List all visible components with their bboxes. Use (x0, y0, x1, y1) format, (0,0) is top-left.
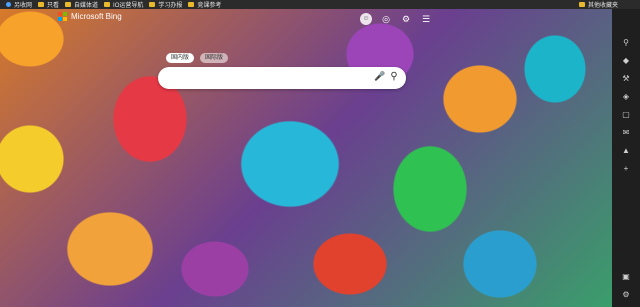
bookmarks-bar: 另收网 只看 自媒体道 IO运营导航 学习办报 竞课参考 其他收藏夹 (0, 0, 640, 9)
tab-domestic[interactable]: 国内版 (166, 53, 195, 63)
globe-icon (6, 2, 11, 7)
tab-international[interactable]: 国际版 (200, 53, 229, 63)
bookmark-label: 学习办报 (158, 3, 183, 9)
bing-homepage: Microsoft Bing ☺ ◎ ⚙ ☰ 国内版 国际版 🎤 ⚲ (0, 9, 612, 307)
tools-icon[interactable]: ⚒ (620, 73, 632, 85)
microsoft-logo-icon (58, 12, 67, 21)
folder-icon (188, 2, 195, 7)
bookmark-item[interactable]: IO运营导航 (104, 0, 143, 9)
office-icon[interactable]: ▢ (620, 109, 632, 121)
search-icon[interactable]: ⚲ (620, 37, 632, 49)
other-bookmarks-label: 其他收藏夹 (587, 3, 618, 9)
bookmark-label: 只看 (47, 3, 60, 9)
search-box: 🎤 ⚲ (158, 67, 406, 89)
region-tabs: 国内版 国际版 (166, 53, 229, 63)
shopping-icon[interactable]: ◆ (620, 55, 632, 67)
outlook-icon[interactable]: ✉ (620, 127, 632, 139)
sidebar-bottom: ▣ ⚙ (620, 271, 632, 301)
logo-text: Microsoft Bing (71, 12, 122, 21)
search-input[interactable] (168, 72, 372, 86)
folder-icon (149, 2, 156, 7)
bookmark-label: IO运营导航 (113, 3, 144, 9)
other-bookmarks[interactable]: 其他收藏夹 (578, 0, 618, 9)
bookmark-item[interactable]: 竞课参考 (188, 0, 221, 9)
folder-icon (104, 2, 111, 7)
bookmark-item[interactable]: 另收网 (6, 0, 32, 9)
edge-sidebar: ⚲ ◆ ⚒ ◈ ▢ ✉ ▲ + ▣ ⚙ (612, 9, 640, 307)
folder-icon (38, 2, 45, 7)
bookmark-label: 另收网 (14, 3, 33, 9)
drop-icon[interactable]: ▲ (620, 145, 632, 157)
bing-logo[interactable]: Microsoft Bing (58, 12, 122, 21)
bookmark-item[interactable]: 自媒体道 (65, 0, 98, 9)
search-icon[interactable]: ⚲ (388, 71, 400, 85)
folder-icon (578, 2, 585, 7)
games-icon[interactable]: ◈ (620, 91, 632, 103)
settings-icon[interactable]: ⚙ (400, 13, 412, 25)
bookmark-item[interactable]: 学习办报 (149, 0, 182, 9)
bookmark-label: 竞课参考 (197, 3, 222, 9)
folder-icon (65, 2, 72, 7)
user-icon[interactable]: ☺ (360, 13, 372, 25)
add-icon[interactable]: + (620, 163, 632, 175)
settings-icon[interactable]: ⚙ (620, 289, 632, 301)
microphone-icon[interactable]: 🎤 (374, 71, 385, 85)
layout-icon[interactable]: ▣ (620, 271, 632, 283)
header-actions: ☺ ◎ ⚙ ☰ (360, 13, 432, 25)
bookmark-label: 自媒体道 (74, 3, 99, 9)
menu-icon[interactable]: ☰ (420, 13, 432, 25)
bookmark-item[interactable]: 只看 (38, 0, 59, 9)
rewards-icon[interactable]: ◎ (380, 13, 392, 25)
